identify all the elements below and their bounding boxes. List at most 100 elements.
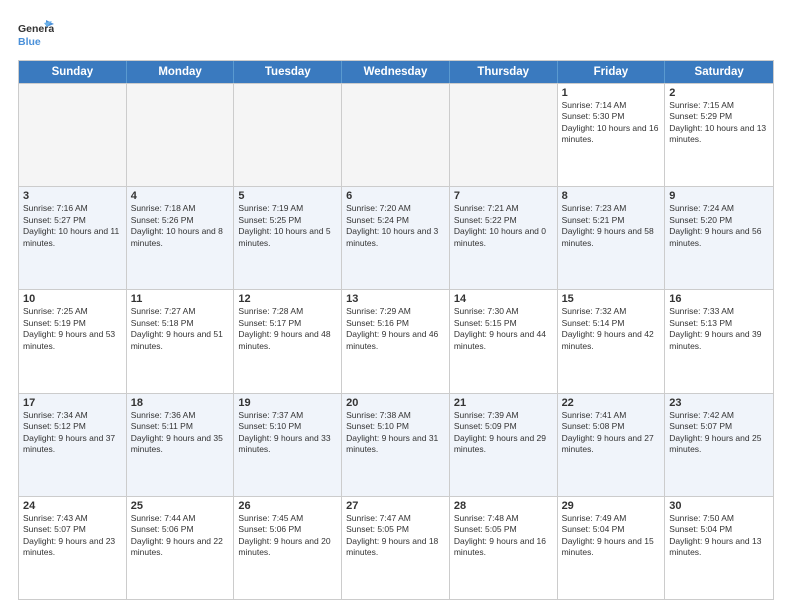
day-info: Sunrise: 7:38 AMSunset: 5:10 PMDaylight:… xyxy=(346,410,445,456)
day-cell-19: 19Sunrise: 7:37 AMSunset: 5:10 PMDayligh… xyxy=(234,394,342,496)
day-info: Sunrise: 7:44 AMSunset: 5:06 PMDaylight:… xyxy=(131,513,230,559)
page-header: General Blue xyxy=(18,18,774,52)
day-info: Sunrise: 7:18 AMSunset: 5:26 PMDaylight:… xyxy=(131,203,230,249)
day-cell-9: 9Sunrise: 7:24 AMSunset: 5:20 PMDaylight… xyxy=(665,187,773,289)
calendar-week-4: 17Sunrise: 7:34 AMSunset: 5:12 PMDayligh… xyxy=(19,393,773,496)
day-info: Sunrise: 7:23 AMSunset: 5:21 PMDaylight:… xyxy=(562,203,661,249)
day-cell-11: 11Sunrise: 7:27 AMSunset: 5:18 PMDayligh… xyxy=(127,290,235,392)
day-cell-1: 1Sunrise: 7:14 AMSunset: 5:30 PMDaylight… xyxy=(558,84,666,186)
day-info: Sunrise: 7:48 AMSunset: 5:05 PMDaylight:… xyxy=(454,513,553,559)
day-info: Sunrise: 7:41 AMSunset: 5:08 PMDaylight:… xyxy=(562,410,661,456)
day-cell-17: 17Sunrise: 7:34 AMSunset: 5:12 PMDayligh… xyxy=(19,394,127,496)
day-number: 3 xyxy=(23,190,122,202)
day-info: Sunrise: 7:29 AMSunset: 5:16 PMDaylight:… xyxy=(346,306,445,352)
empty-cell xyxy=(234,84,342,186)
day-number: 29 xyxy=(562,500,661,512)
day-info: Sunrise: 7:34 AMSunset: 5:12 PMDaylight:… xyxy=(23,410,122,456)
day-cell-10: 10Sunrise: 7:25 AMSunset: 5:19 PMDayligh… xyxy=(19,290,127,392)
day-number: 11 xyxy=(131,293,230,305)
day-number: 4 xyxy=(131,190,230,202)
day-cell-14: 14Sunrise: 7:30 AMSunset: 5:15 PMDayligh… xyxy=(450,290,558,392)
empty-cell xyxy=(342,84,450,186)
day-number: 21 xyxy=(454,397,553,409)
day-number: 22 xyxy=(562,397,661,409)
day-info: Sunrise: 7:21 AMSunset: 5:22 PMDaylight:… xyxy=(454,203,553,249)
logo: General Blue xyxy=(18,18,54,52)
header-day-monday: Monday xyxy=(127,61,235,83)
day-info: Sunrise: 7:50 AMSunset: 5:04 PMDaylight:… xyxy=(669,513,769,559)
day-number: 17 xyxy=(23,397,122,409)
empty-cell xyxy=(450,84,558,186)
day-cell-23: 23Sunrise: 7:42 AMSunset: 5:07 PMDayligh… xyxy=(665,394,773,496)
day-info: Sunrise: 7:19 AMSunset: 5:25 PMDaylight:… xyxy=(238,203,337,249)
empty-cell xyxy=(19,84,127,186)
day-cell-13: 13Sunrise: 7:29 AMSunset: 5:16 PMDayligh… xyxy=(342,290,450,392)
logo-bird-icon: General Blue xyxy=(18,18,54,52)
day-info: Sunrise: 7:14 AMSunset: 5:30 PMDaylight:… xyxy=(562,100,661,146)
day-info: Sunrise: 7:37 AMSunset: 5:10 PMDaylight:… xyxy=(238,410,337,456)
day-number: 13 xyxy=(346,293,445,305)
day-number: 28 xyxy=(454,500,553,512)
day-number: 7 xyxy=(454,190,553,202)
day-info: Sunrise: 7:43 AMSunset: 5:07 PMDaylight:… xyxy=(23,513,122,559)
header-day-sunday: Sunday xyxy=(19,61,127,83)
day-number: 16 xyxy=(669,293,769,305)
day-cell-8: 8Sunrise: 7:23 AMSunset: 5:21 PMDaylight… xyxy=(558,187,666,289)
header-day-friday: Friday xyxy=(558,61,666,83)
day-number: 23 xyxy=(669,397,769,409)
day-cell-2: 2Sunrise: 7:15 AMSunset: 5:29 PMDaylight… xyxy=(665,84,773,186)
day-number: 27 xyxy=(346,500,445,512)
day-number: 9 xyxy=(669,190,769,202)
svg-text:Blue: Blue xyxy=(18,36,41,48)
day-cell-3: 3Sunrise: 7:16 AMSunset: 5:27 PMDaylight… xyxy=(19,187,127,289)
day-number: 24 xyxy=(23,500,122,512)
day-info: Sunrise: 7:45 AMSunset: 5:06 PMDaylight:… xyxy=(238,513,337,559)
day-info: Sunrise: 7:49 AMSunset: 5:04 PMDaylight:… xyxy=(562,513,661,559)
day-number: 19 xyxy=(238,397,337,409)
day-cell-20: 20Sunrise: 7:38 AMSunset: 5:10 PMDayligh… xyxy=(342,394,450,496)
calendar-header: SundayMondayTuesdayWednesdayThursdayFrid… xyxy=(19,61,773,83)
calendar-week-2: 3Sunrise: 7:16 AMSunset: 5:27 PMDaylight… xyxy=(19,186,773,289)
day-number: 18 xyxy=(131,397,230,409)
day-info: Sunrise: 7:36 AMSunset: 5:11 PMDaylight:… xyxy=(131,410,230,456)
header-day-thursday: Thursday xyxy=(450,61,558,83)
day-info: Sunrise: 7:47 AMSunset: 5:05 PMDaylight:… xyxy=(346,513,445,559)
day-info: Sunrise: 7:42 AMSunset: 5:07 PMDaylight:… xyxy=(669,410,769,456)
calendar-week-5: 24Sunrise: 7:43 AMSunset: 5:07 PMDayligh… xyxy=(19,496,773,599)
empty-cell xyxy=(127,84,235,186)
day-number: 1 xyxy=(562,87,661,99)
header-day-tuesday: Tuesday xyxy=(234,61,342,83)
day-cell-22: 22Sunrise: 7:41 AMSunset: 5:08 PMDayligh… xyxy=(558,394,666,496)
calendar-week-1: 1Sunrise: 7:14 AMSunset: 5:30 PMDaylight… xyxy=(19,83,773,186)
day-cell-6: 6Sunrise: 7:20 AMSunset: 5:24 PMDaylight… xyxy=(342,187,450,289)
day-number: 26 xyxy=(238,500,337,512)
day-number: 30 xyxy=(669,500,769,512)
day-info: Sunrise: 7:39 AMSunset: 5:09 PMDaylight:… xyxy=(454,410,553,456)
day-info: Sunrise: 7:15 AMSunset: 5:29 PMDaylight:… xyxy=(669,100,769,146)
day-cell-4: 4Sunrise: 7:18 AMSunset: 5:26 PMDaylight… xyxy=(127,187,235,289)
day-cell-29: 29Sunrise: 7:49 AMSunset: 5:04 PMDayligh… xyxy=(558,497,666,599)
day-cell-28: 28Sunrise: 7:48 AMSunset: 5:05 PMDayligh… xyxy=(450,497,558,599)
day-number: 5 xyxy=(238,190,337,202)
day-info: Sunrise: 7:27 AMSunset: 5:18 PMDaylight:… xyxy=(131,306,230,352)
calendar-page: General Blue SundayMondayTuesdayWednesda… xyxy=(0,0,792,612)
day-cell-25: 25Sunrise: 7:44 AMSunset: 5:06 PMDayligh… xyxy=(127,497,235,599)
day-info: Sunrise: 7:32 AMSunset: 5:14 PMDaylight:… xyxy=(562,306,661,352)
day-cell-12: 12Sunrise: 7:28 AMSunset: 5:17 PMDayligh… xyxy=(234,290,342,392)
calendar: SundayMondayTuesdayWednesdayThursdayFrid… xyxy=(18,60,774,600)
calendar-body: 1Sunrise: 7:14 AMSunset: 5:30 PMDaylight… xyxy=(19,83,773,599)
logo-graphic: General Blue xyxy=(18,18,54,52)
day-info: Sunrise: 7:24 AMSunset: 5:20 PMDaylight:… xyxy=(669,203,769,249)
day-info: Sunrise: 7:16 AMSunset: 5:27 PMDaylight:… xyxy=(23,203,122,249)
day-cell-5: 5Sunrise: 7:19 AMSunset: 5:25 PMDaylight… xyxy=(234,187,342,289)
day-number: 10 xyxy=(23,293,122,305)
day-number: 14 xyxy=(454,293,553,305)
day-cell-26: 26Sunrise: 7:45 AMSunset: 5:06 PMDayligh… xyxy=(234,497,342,599)
day-cell-18: 18Sunrise: 7:36 AMSunset: 5:11 PMDayligh… xyxy=(127,394,235,496)
day-number: 15 xyxy=(562,293,661,305)
day-number: 8 xyxy=(562,190,661,202)
day-info: Sunrise: 7:20 AMSunset: 5:24 PMDaylight:… xyxy=(346,203,445,249)
day-info: Sunrise: 7:28 AMSunset: 5:17 PMDaylight:… xyxy=(238,306,337,352)
day-number: 20 xyxy=(346,397,445,409)
header-day-wednesday: Wednesday xyxy=(342,61,450,83)
